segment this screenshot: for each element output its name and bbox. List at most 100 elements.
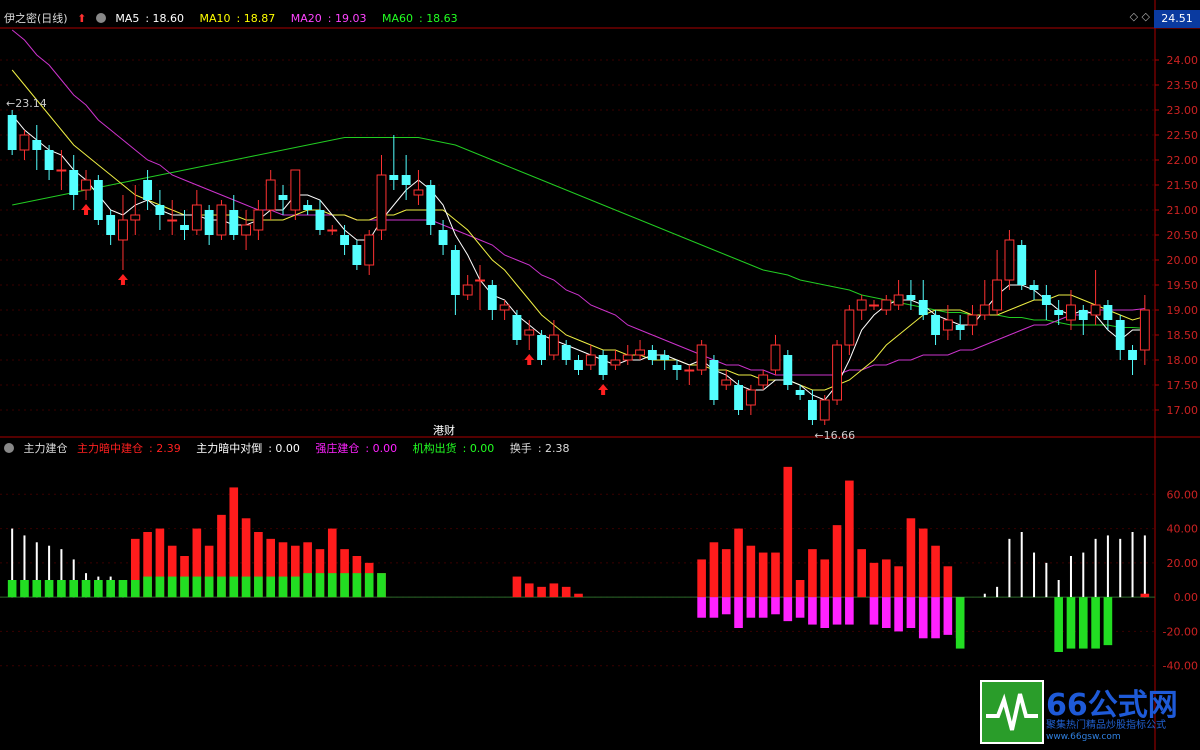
candle-body: [745, 389, 756, 406]
candle-body: [229, 210, 239, 235]
red-bar: [894, 566, 903, 598]
chart-tools[interactable]: ◇ ◇: [1130, 10, 1150, 23]
candle-body: [622, 354, 633, 361]
candle-body: [327, 229, 338, 232]
candle-body: [709, 360, 719, 400]
chart-stage: 24.00 23.50 23.00 22.50 22.00 21.50 21.00 20.50…: [0, 0, 1200, 750]
white-bar: [1069, 556, 1072, 598]
price-tick-label: 19.50: [1167, 279, 1199, 292]
candle-body: [253, 209, 264, 231]
candle-body: [7, 115, 17, 150]
candle-body: [635, 349, 645, 356]
red-bar: [795, 580, 805, 598]
red-bar: [758, 552, 768, 598]
green-bar: [315, 573, 325, 598]
price-tick-label: 18.00: [1167, 354, 1199, 367]
candle-body: [610, 359, 621, 366]
candle-body: [1090, 304, 1101, 316]
magenta-bar: [758, 597, 768, 618]
candle-body: [856, 299, 867, 311]
white-bar: [1094, 538, 1097, 598]
series-red-label: 主力暗中建仓: 2.39: [77, 442, 181, 455]
candle-body: [118, 219, 128, 241]
white-bar: [1020, 532, 1023, 598]
series-white-label: 主力暗中对倒: 0.00: [196, 442, 300, 455]
green-bar: [69, 580, 79, 598]
price-tick-label: 18.50: [1167, 329, 1199, 342]
magenta-bar: [808, 597, 817, 625]
red-bar: [574, 593, 583, 598]
current-price-tag: 24.51: [1154, 10, 1200, 28]
green-bar: [143, 576, 152, 598]
candle-body: [1115, 320, 1125, 350]
green-bar: [155, 576, 165, 598]
magenta-bar: [832, 597, 842, 625]
price-tick-label: 20.50: [1167, 229, 1199, 242]
candle-body: [783, 355, 793, 385]
settings-icon[interactable]: [95, 13, 106, 23]
red-bar: [537, 586, 546, 598]
red-bar: [845, 480, 854, 598]
candle-body: [290, 169, 301, 211]
magenta-bar: [931, 597, 940, 639]
candle-body: [967, 314, 978, 326]
red-bar: [881, 559, 891, 598]
logo-subtitle: 聚集热门精品炒股指标公式: [1046, 720, 1166, 731]
candle-body: [819, 399, 830, 421]
series-magenta-label: 强庄建仓: 0.00: [315, 442, 398, 455]
candle-body: [1103, 305, 1113, 320]
candle-body: [647, 350, 657, 360]
candle-body: [1078, 310, 1088, 320]
magenta-bar: [721, 597, 731, 615]
candle-body: [241, 224, 252, 236]
red-bar: [857, 549, 866, 598]
green-bar: [352, 573, 362, 598]
green-bar: [1103, 597, 1113, 646]
green-bar: [278, 576, 288, 598]
candle-body: [734, 385, 743, 410]
candle-body: [1029, 285, 1039, 290]
indicator-settings-icon[interactable]: [4, 443, 14, 453]
green-bar: [241, 576, 251, 598]
magenta-bar: [906, 597, 916, 628]
green-bar: [266, 576, 276, 598]
green-bar: [180, 576, 189, 598]
candle-body: [340, 235, 350, 245]
white-bar: [1033, 552, 1036, 598]
series-green-label: 机构出货: 0.00: [412, 442, 495, 455]
candle-body: [69, 170, 79, 195]
candle-body: [869, 304, 879, 307]
magenta-bar: [783, 597, 793, 622]
site-logo[interactable]: 66公式网 聚集热门精品炒股指标公式 www.66gsw.com: [980, 680, 1200, 750]
candle-body: [660, 355, 670, 360]
green-bar: [217, 576, 226, 598]
candle-body: [499, 304, 510, 311]
red-bar: [524, 583, 534, 598]
candle-body: [807, 400, 817, 420]
candle-body: [475, 279, 485, 282]
candle-body: [931, 315, 940, 335]
news-label: 港财: [433, 423, 455, 437]
price-tick-label: 22.50: [1167, 129, 1199, 142]
candle-body: [942, 319, 953, 331]
green-bar: [192, 576, 202, 598]
candle-body: [881, 299, 892, 311]
green-bar: [1054, 597, 1063, 652]
candle-body: [204, 210, 214, 235]
red-bar: [746, 545, 756, 598]
candle-body: [352, 245, 362, 265]
candle-body: [906, 295, 916, 300]
price-tick-label: 23.00: [1167, 104, 1199, 117]
red-bar: [906, 518, 916, 598]
green-bar: [340, 573, 349, 598]
red-bar: [709, 542, 719, 598]
candle-body: [979, 304, 990, 316]
red-bar: [697, 559, 706, 598]
red-bar: [943, 566, 953, 598]
magenta-bar: [943, 597, 953, 635]
red-bar: [512, 576, 522, 598]
indicator-tick-label: 40.00: [1167, 523, 1199, 536]
white-bar: [1143, 535, 1146, 598]
green-bar: [167, 576, 177, 598]
indicator-tick-label: 0.00: [1174, 591, 1199, 604]
